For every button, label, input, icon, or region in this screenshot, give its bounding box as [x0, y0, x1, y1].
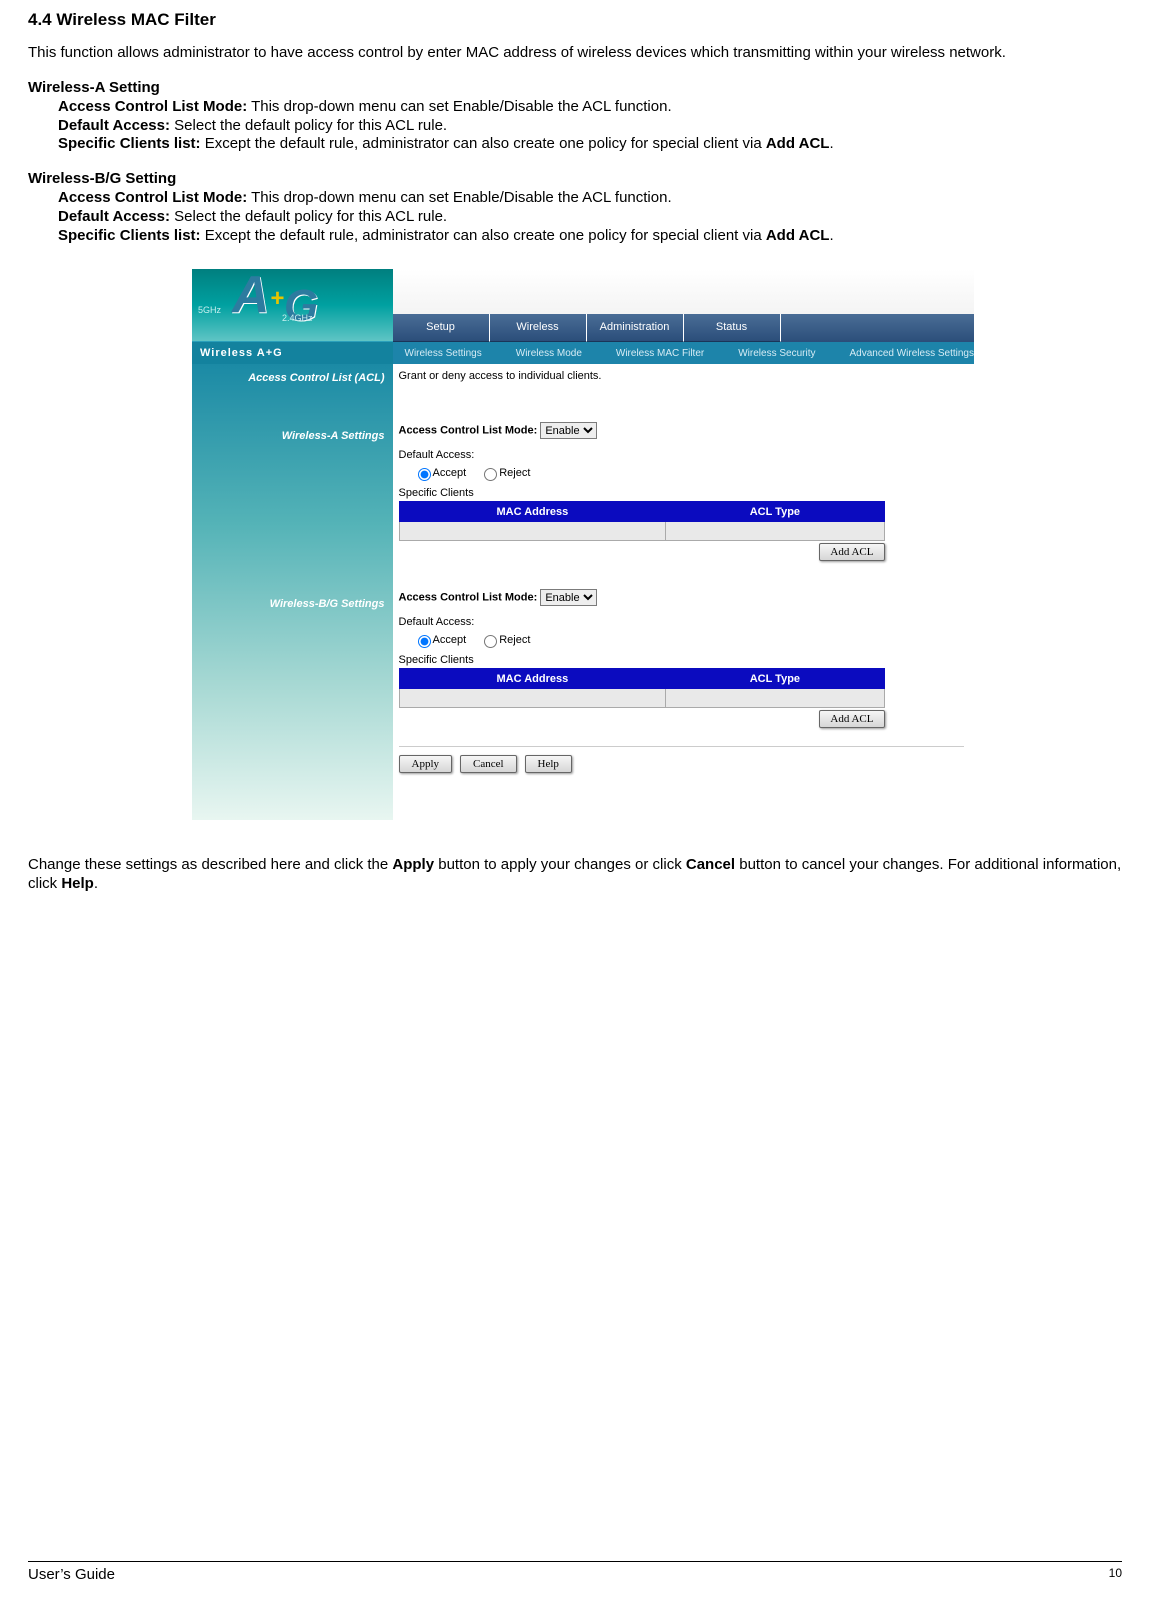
wbg-empty-mac-cell	[399, 689, 666, 708]
wa-empty-type-cell	[666, 522, 884, 541]
wa-radio-reject-label[interactable]: Reject	[479, 467, 530, 479]
wa-line-specific: Specific Clients list: Except the defaul…	[58, 135, 1122, 154]
outro-cancel-bold: Cancel	[686, 856, 735, 873]
logo-area: A + G 5GHz 2.4GHz	[192, 269, 393, 342]
tab-status[interactable]: Status	[684, 314, 781, 342]
outro-help-bold: Help	[61, 875, 94, 892]
wa-acl-mode-select[interactable]: Enable	[540, 422, 597, 439]
subnav-wireless-mac-filter[interactable]: Wireless MAC Filter	[616, 348, 704, 359]
wa-line-default: Default Access: Select the default polic…	[58, 117, 1122, 136]
wa-add-acl-button[interactable]: Add ACL	[819, 543, 884, 561]
wireless-bg-heading: Wireless-B/G Setting	[28, 170, 1122, 187]
wbg-radio-accept-label[interactable]: Accept	[413, 634, 467, 646]
wa-default-access-label: Default Access:	[399, 449, 965, 461]
sub-nav: Wireless Settings Wireless Mode Wireless…	[393, 348, 975, 359]
wa-col-mac: MAC Address	[399, 502, 666, 522]
tab-wireless[interactable]: Wireless	[490, 314, 587, 342]
section-heading: 4.4 Wireless MAC Filter	[28, 10, 1122, 30]
wbg-col-type: ACL Type	[666, 669, 884, 689]
wbg-acl-mode-row: Access Control List Mode: Enable	[399, 589, 965, 606]
outro-part-c: button to apply your changes or click	[434, 856, 686, 873]
logo-letter-g: G	[284, 281, 318, 331]
wbg-aclmode-label: Access Control List Mode:	[58, 189, 247, 206]
footer-page-number: 10	[1109, 1566, 1122, 1583]
logo-letter-a: A	[232, 265, 270, 325]
subnav-wireless-settings[interactable]: Wireless Settings	[405, 348, 482, 359]
wbg-acl-mode-select[interactable]: Enable	[540, 589, 597, 606]
wa-aclmode-label: Access Control List Mode:	[58, 98, 247, 115]
wbg-add-acl-button[interactable]: Add ACL	[819, 710, 884, 728]
wbg-radio-accept[interactable]	[418, 635, 431, 648]
logo-plus-icon: +	[270, 285, 284, 313]
wbg-specific-label: Specific Clients list:	[58, 227, 201, 244]
wbg-default-text: Select the default policy for this ACL r…	[170, 208, 447, 225]
wbg-acl-table: MAC Address ACL Type	[399, 668, 885, 708]
sidebar-label-acl: Access Control List (ACL)	[192, 364, 393, 394]
wa-default-label: Default Access:	[58, 117, 170, 134]
wbg-radio-reject[interactable]	[484, 635, 497, 648]
wbg-empty-type-cell	[666, 689, 884, 708]
tab-setup[interactable]: Setup	[393, 314, 490, 342]
sidebar-label-wbg: Wireless-B/G Settings	[192, 452, 393, 620]
wa-default-text: Select the default policy for this ACL r…	[170, 117, 447, 134]
wa-radio-accept-label[interactable]: Accept	[413, 467, 467, 479]
wa-specific-clients-label: Specific Clients	[399, 487, 965, 499]
wbg-radio-reject-text: Reject	[499, 634, 530, 646]
wbg-specific-clients-label: Specific Clients	[399, 654, 965, 666]
main-tabs: Setup Wireless Administration Status	[393, 314, 975, 342]
sidebar-label-wa: Wireless-A Settings	[192, 394, 393, 452]
wa-specific-label: Specific Clients list:	[58, 135, 201, 152]
outro-part-g: .	[94, 875, 98, 892]
wbg-acl-mode-label: Access Control List Mode:	[399, 592, 538, 604]
wa-radio-accept[interactable]	[418, 468, 431, 481]
separator	[399, 746, 965, 747]
outro-apply-bold: Apply	[392, 856, 434, 873]
help-button[interactable]: Help	[525, 755, 572, 773]
subnav-wireless-security[interactable]: Wireless Security	[738, 348, 815, 359]
subnav-advanced-wireless[interactable]: Advanced Wireless Settings	[849, 348, 974, 359]
tab-spacer	[781, 314, 975, 342]
wa-aclmode-text: This drop-down menu can set Enable/Disab…	[247, 98, 671, 115]
wa-line-aclmode: Access Control List Mode: This drop-down…	[58, 98, 1122, 117]
outro-part-a: Change these settings as described here …	[28, 856, 392, 873]
wa-addacl-bold: Add ACL	[766, 135, 830, 152]
wbg-addacl-bold: Add ACL	[766, 227, 830, 244]
router-screenshot: A + G 5GHz 2.4GHz Setup Wireless Adminis…	[192, 269, 974, 820]
wbg-default-label: Default Access:	[58, 208, 170, 225]
wbg-line-aclmode: Access Control List Mode: This drop-down…	[58, 189, 1122, 208]
wbg-radio-reject-label[interactable]: Reject	[479, 634, 530, 646]
intro-text: This function allows administrator to ha…	[28, 44, 1122, 63]
wbg-radio-accept-text: Accept	[433, 634, 467, 646]
wbg-line-default: Default Access: Select the default polic…	[58, 208, 1122, 227]
subnav-wireless-mode[interactable]: Wireless Mode	[516, 348, 582, 359]
wa-specific-text: Except the default rule, administrator c…	[201, 135, 766, 152]
wbg-line-specific: Specific Clients list: Except the defaul…	[58, 227, 1122, 246]
outro-text: Change these settings as described here …	[28, 856, 1122, 894]
apply-button[interactable]: Apply	[399, 755, 453, 773]
wbg-specific-text: Except the default rule, administrator c…	[201, 227, 766, 244]
wbg-aclmode-text: This drop-down menu can set Enable/Disab…	[247, 189, 671, 206]
logo-5ghz-badge: 5GHz	[198, 305, 221, 315]
tab-administration[interactable]: Administration	[587, 314, 684, 342]
wa-radio-reject[interactable]	[484, 468, 497, 481]
logo-24ghz-badge: 2.4GHz	[282, 313, 313, 323]
wbg-col-mac: MAC Address	[399, 669, 666, 689]
wbg-default-access-label: Default Access:	[399, 616, 965, 628]
wa-acl-mode-label: Access Control List Mode:	[399, 425, 538, 437]
acl-description: Grant or deny access to individual clien…	[399, 370, 965, 382]
wa-acl-table: MAC Address ACL Type	[399, 501, 885, 541]
wa-radio-reject-text: Reject	[499, 467, 530, 479]
wa-empty-mac-cell	[399, 522, 666, 541]
wa-radio-accept-text: Accept	[433, 467, 467, 479]
wa-col-type: ACL Type	[666, 502, 884, 522]
cancel-button[interactable]: Cancel	[460, 755, 517, 773]
footer-title: User’s Guide	[28, 1566, 115, 1583]
product-name: Wireless A+G	[192, 342, 393, 365]
wireless-a-heading: Wireless-A Setting	[28, 79, 1122, 96]
wa-acl-mode-row: Access Control List Mode: Enable	[399, 422, 965, 439]
